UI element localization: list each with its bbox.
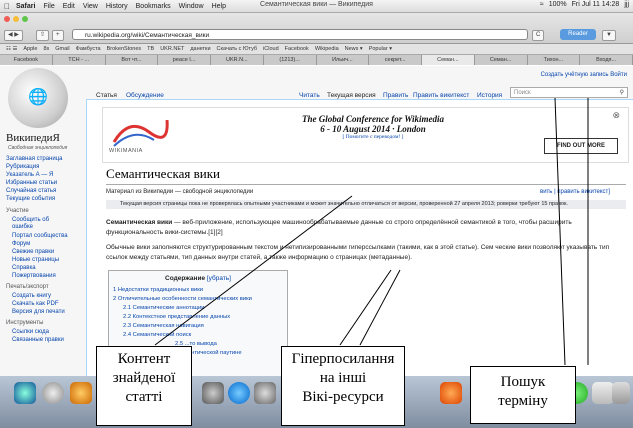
callout-line-2: терміну	[498, 393, 548, 409]
callout-article-content: Контент знайденої статті	[96, 346, 192, 426]
callout-hyperlinks: Гіперпосилання на інші Вікі-ресурси	[281, 346, 405, 426]
callout-line	[554, 97, 566, 366]
callout-line-1: Пошук	[500, 374, 546, 390]
callout-search: Пошук терміну	[470, 366, 576, 424]
callout-line-3: статті	[125, 389, 163, 405]
callout-line-2: на інші	[319, 370, 367, 386]
callout-line-2: знайденої	[112, 370, 176, 386]
callout-line	[154, 195, 353, 346]
callout-line-3: Вікі-ресурси	[302, 389, 384, 405]
callout-line-1: Контент	[117, 351, 171, 367]
callout-line-1: Гіперпосилання	[291, 351, 395, 367]
